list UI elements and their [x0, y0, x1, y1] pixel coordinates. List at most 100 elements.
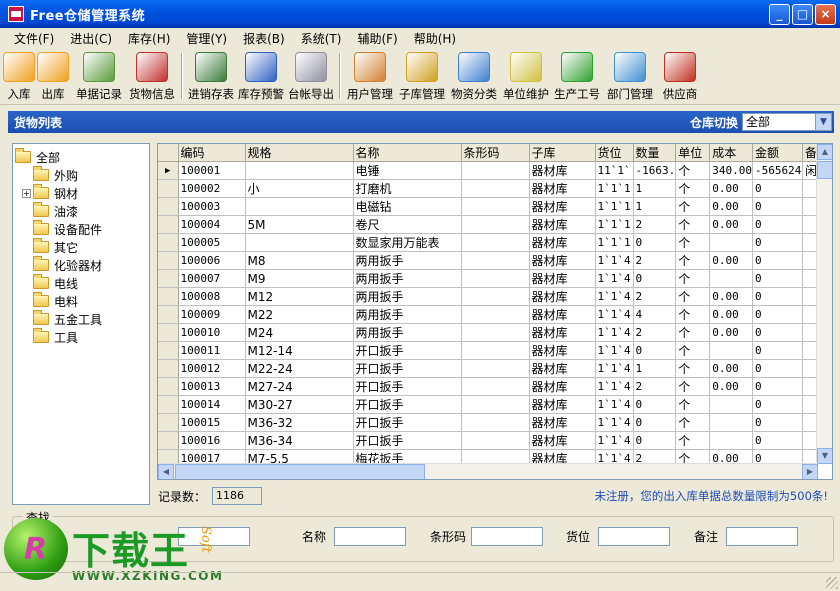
scroll-left-icon[interactable]: ◀: [158, 464, 174, 479]
column-header[interactable]: 单位: [675, 144, 711, 162]
menu-help[interactable]: 帮助(H): [406, 30, 464, 47]
table-cell[interactable]: M36-32: [245, 413, 354, 432]
row-indicator[interactable]: [158, 233, 179, 252]
table-cell[interactable]: 电磁钻: [353, 197, 462, 216]
table-cell[interactable]: 0: [633, 233, 677, 252]
table-cell[interactable]: 个: [675, 341, 711, 360]
table-cell[interactable]: 1: [633, 359, 677, 378]
table-cell[interactable]: 1`1`4: [595, 323, 634, 342]
table-cell[interactable]: 器材库: [529, 431, 596, 450]
table-cell[interactable]: 两用扳手: [353, 269, 462, 288]
table-cell[interactable]: [461, 233, 530, 252]
table-cell[interactable]: 数显家用万能表: [353, 233, 462, 252]
column-header[interactable]: 成本: [709, 144, 753, 162]
search-barcode-input[interactable]: [471, 527, 543, 546]
toolbar-button-12[interactable]: 部门管理: [602, 49, 658, 103]
table-cell[interactable]: 100015: [178, 413, 246, 432]
table-cell[interactable]: [709, 431, 753, 450]
menu-manage[interactable]: 管理(Y): [178, 30, 235, 47]
table-cell[interactable]: [709, 341, 753, 360]
menu-assist[interactable]: 辅助(F): [349, 30, 405, 47]
table-cell[interactable]: 打磨机: [353, 179, 462, 198]
toolbar-button-8[interactable]: 子库管理: [396, 49, 448, 103]
table-cell[interactable]: 0: [752, 413, 803, 432]
table-row[interactable]: 100011 M12-14 开口扳手 器材库 1`1`4 0 个 0: [158, 341, 819, 360]
table-cell[interactable]: 100009: [178, 305, 246, 324]
table-cell[interactable]: 2: [633, 251, 677, 270]
table-row[interactable]: 100002 小打磨机 器材库 1`1`1 1 个 0.00 0: [158, 179, 819, 198]
table-cell[interactable]: 100007: [178, 269, 246, 288]
table-cell[interactable]: 器材库: [529, 395, 596, 414]
table-cell[interactable]: 小: [245, 179, 354, 198]
table-cell[interactable]: 0.00: [709, 287, 753, 306]
table-cell[interactable]: M30-27: [245, 395, 354, 414]
table-cell[interactable]: 1`1`1: [595, 197, 634, 216]
table-cell[interactable]: 0.00: [709, 377, 753, 396]
tree-item[interactable]: 工具: [15, 328, 149, 346]
column-header[interactable]: 条形码: [461, 144, 530, 162]
table-cell[interactable]: 340.00: [709, 161, 753, 180]
table-row[interactable]: 100013 M27-24 开口扳手 器材库 1`1`4 2 个 0.00 0: [158, 377, 819, 396]
table-row[interactable]: 100003 电磁钻 器材库 1`1`1 1 个 0.00 0: [158, 197, 819, 216]
table-cell[interactable]: -565624: [752, 161, 803, 180]
row-indicator[interactable]: [158, 215, 179, 234]
table-cell[interactable]: 100014: [178, 395, 246, 414]
table-cell[interactable]: 器材库: [529, 269, 596, 288]
table-row[interactable]: 100012 M22-24 开口扳手 器材库 1`1`4 1 个 0.00 0: [158, 359, 819, 378]
row-indicator[interactable]: [158, 377, 179, 396]
table-cell[interactable]: 两用扳手: [353, 251, 462, 270]
table-cell[interactable]: 1`1`4: [595, 341, 634, 360]
table-cell[interactable]: 开口扳手: [353, 341, 462, 360]
row-indicator[interactable]: [158, 269, 179, 288]
table-cell[interactable]: 0: [752, 179, 803, 198]
tree-item[interactable]: + 钢材: [15, 184, 149, 202]
table-cell[interactable]: 1`1`4: [595, 359, 634, 378]
column-header[interactable]: 金额: [752, 144, 803, 162]
table-cell[interactable]: 100008: [178, 287, 246, 306]
tree-item-root[interactable]: 全部: [15, 148, 149, 166]
table-cell[interactable]: 2: [633, 323, 677, 342]
column-header[interactable]: 子库: [529, 144, 596, 162]
table-cell[interactable]: 1`1`1: [595, 233, 634, 252]
table-cell[interactable]: [461, 323, 530, 342]
table-cell[interactable]: 0: [633, 269, 677, 288]
search-name-input[interactable]: [334, 527, 406, 546]
table-cell[interactable]: 0: [752, 323, 803, 342]
table-cell[interactable]: 0: [633, 413, 677, 432]
table-cell[interactable]: 100004: [178, 215, 246, 234]
row-indicator[interactable]: [158, 359, 179, 378]
table-cell[interactable]: 两用扳手: [353, 287, 462, 306]
table-cell[interactable]: [709, 269, 753, 288]
table-cell[interactable]: 器材库: [529, 377, 596, 396]
table-cell[interactable]: M22: [245, 305, 354, 324]
menu-file[interactable]: 文件(F): [6, 30, 62, 47]
toolbar-button-1[interactable]: 出库: [34, 49, 72, 103]
table-cell[interactable]: 1`1`4: [595, 251, 634, 270]
column-header[interactable]: 数量: [633, 144, 677, 162]
toolbar-button-11[interactable]: 生产工号: [552, 49, 602, 103]
table-cell[interactable]: [461, 431, 530, 450]
table-cell[interactable]: 器材库: [529, 197, 596, 216]
row-indicator[interactable]: [158, 197, 179, 216]
table-cell[interactable]: 2: [633, 215, 677, 234]
table-cell[interactable]: 0.00: [709, 197, 753, 216]
table-cell[interactable]: 1`1`4: [595, 377, 634, 396]
table-cell[interactable]: 100002: [178, 179, 246, 198]
table-cell[interactable]: 0.00: [709, 179, 753, 198]
tree-item[interactable]: 五金工具: [15, 310, 149, 328]
table-cell[interactable]: [461, 395, 530, 414]
table-cell[interactable]: 器材库: [529, 359, 596, 378]
table-cell[interactable]: 0: [633, 395, 677, 414]
toolbar-button-5[interactable]: 库存预警: [236, 49, 286, 103]
table-cell[interactable]: 器材库: [529, 305, 596, 324]
table-row[interactable]: 100015 M36-32 开口扳手 器材库 1`1`4 0 个 0: [158, 413, 819, 432]
table-cell[interactable]: [461, 359, 530, 378]
table-cell[interactable]: M24: [245, 323, 354, 342]
table-cell[interactable]: 0: [752, 269, 803, 288]
table-cell[interactable]: 1: [633, 179, 677, 198]
table-cell[interactable]: 2: [633, 287, 677, 306]
table-row[interactable]: 100009 M22 两用扳手 器材库 1`1`4 4 个 0.00 0: [158, 305, 819, 324]
table-cell[interactable]: 器材库: [529, 323, 596, 342]
table-cell[interactable]: 0: [752, 359, 803, 378]
table-cell[interactable]: 0: [752, 431, 803, 450]
